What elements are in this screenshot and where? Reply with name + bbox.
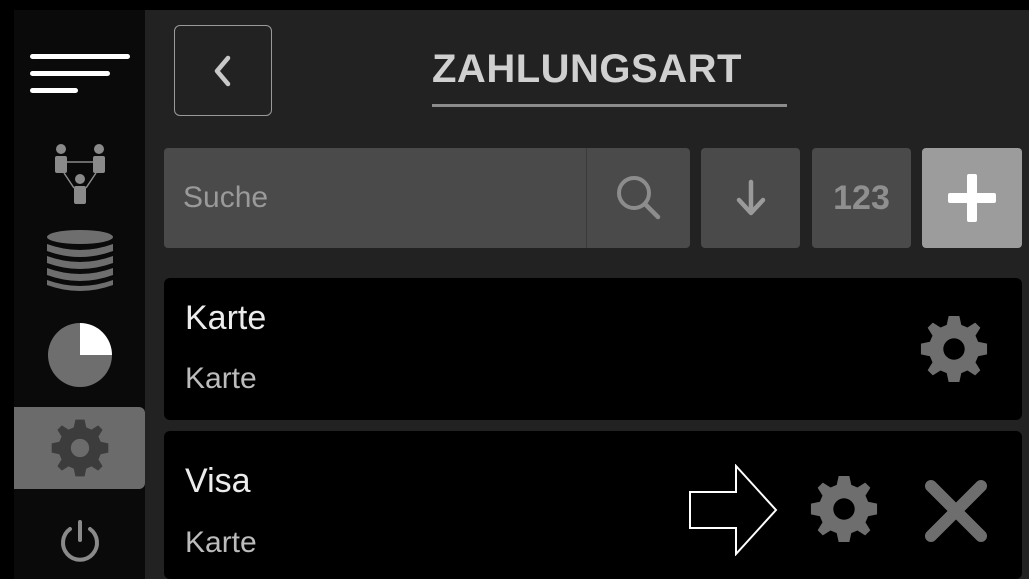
sidebar-item-power[interactable]: [14, 505, 145, 577]
database-stack-icon: [46, 230, 113, 291]
payment-method-type: Karte: [185, 362, 257, 395]
sort-button[interactable]: [701, 148, 800, 248]
screen-border-left: [0, 0, 14, 579]
sidebar-item-menu[interactable]: [14, 38, 145, 108]
arrow-down-icon: [736, 179, 765, 216]
close-icon: [925, 480, 987, 542]
title-underline: [432, 104, 787, 107]
list-item[interactable]: Visa Karte: [164, 431, 1022, 579]
payment-method-name: Visa: [185, 462, 251, 500]
search-input[interactable]: [164, 148, 586, 248]
main-panel: ZAHLUNGSART 123 Karte Karte: [145, 10, 1029, 579]
sidebar-item-database[interactable]: [14, 224, 145, 300]
search-icon: [616, 176, 660, 220]
sidebar-item-reports[interactable]: [14, 315, 145, 395]
add-button[interactable]: [922, 148, 1022, 248]
gear-icon: [920, 315, 988, 383]
sidebar-item-settings[interactable]: [14, 407, 145, 489]
plus-icon: [948, 174, 996, 222]
payment-method-type: Karte: [185, 526, 257, 559]
item-settings-button[interactable]: [806, 471, 882, 547]
user-hierarchy-icon: [54, 144, 105, 204]
search-box: [164, 148, 690, 248]
power-icon: [60, 520, 99, 562]
payment-method-name: Karte: [185, 299, 267, 337]
search-button[interactable]: [586, 148, 690, 248]
gear-icon: [810, 475, 878, 543]
numeric-sort-button[interactable]: 123: [812, 148, 911, 248]
pie-chart-icon: [47, 323, 112, 387]
chevron-left-icon: [214, 55, 231, 86]
arrow-right-outline-icon: [689, 464, 778, 556]
hamburger-menu-icon: [29, 54, 130, 93]
item-settings-button[interactable]: [916, 311, 992, 387]
back-button[interactable]: [174, 25, 272, 116]
page-title: ZAHLUNGSART: [432, 47, 742, 91]
list-item[interactable]: Karte Karte: [164, 278, 1022, 420]
item-delete-button[interactable]: [918, 473, 994, 549]
screen-border-top: [0, 0, 1029, 10]
sidebar: [14, 10, 145, 579]
sidebar-item-users[interactable]: [14, 138, 145, 210]
gear-icon: [51, 419, 108, 477]
